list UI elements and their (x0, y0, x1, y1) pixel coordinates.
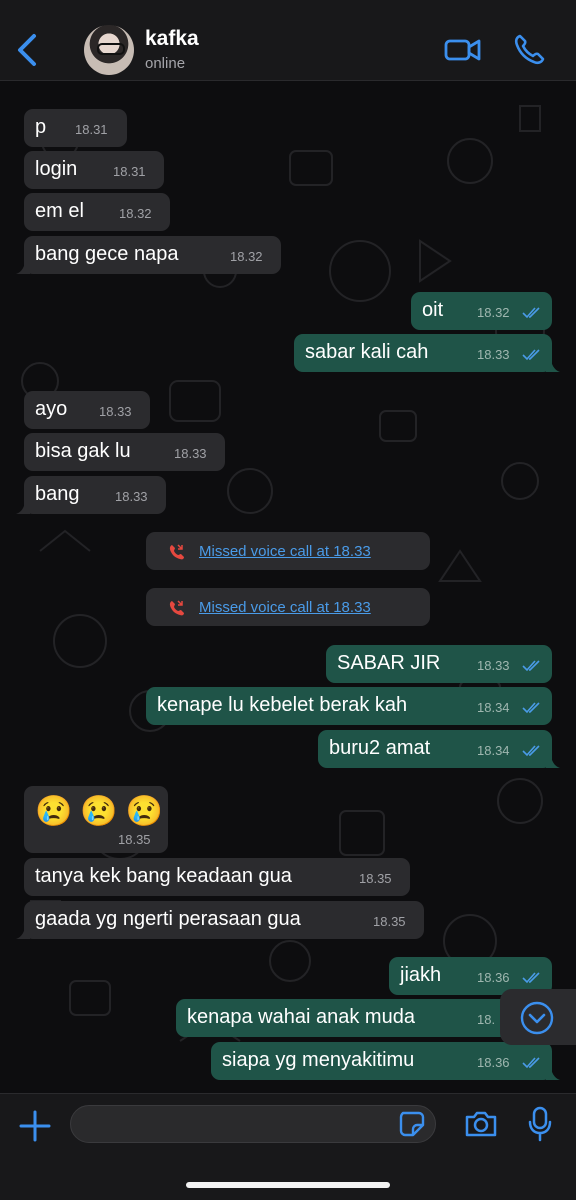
plus-icon[interactable] (18, 1109, 52, 1143)
message-incoming[interactable]: gaada yg ngerti perasaan gua 18.35 (16, 901, 424, 939)
message-time: 18.34 (477, 743, 510, 758)
message-text: oit (422, 299, 444, 321)
message-incoming[interactable]: em el 18.32 (24, 193, 170, 231)
message-time: 18.36 (477, 970, 510, 985)
chevron-down-icon (520, 1001, 554, 1035)
message-text: p (35, 116, 47, 138)
chat-wallpaper (21, 105, 545, 1042)
message-text: bisa gak lu (35, 440, 131, 462)
message-incoming[interactable]: p 18.31 (24, 109, 127, 147)
home-indicator (186, 1182, 390, 1188)
message-outgoing[interactable]: SABAR JIR 18.33 (326, 645, 552, 683)
scroll-to-bottom-button[interactable] (500, 989, 576, 1045)
message-incoming[interactable]: bang gece napa 18.32 (16, 236, 281, 274)
double-check-icon (522, 972, 540, 984)
video-call-icon[interactable] (444, 36, 482, 64)
message-time: 18.32 (230, 249, 263, 264)
message-text: bang gece napa (35, 243, 179, 265)
message-time: 18.31 (113, 164, 146, 179)
double-check-icon (522, 307, 540, 319)
message-text: siapa yg menyakitimu (222, 1049, 415, 1071)
message-emoji: 😢😢😢 (35, 795, 172, 828)
bubble-tail (546, 754, 560, 768)
message-outgoing[interactable]: sabar kali cah 18.33 (294, 334, 560, 372)
message-text: kenape lu kebelet berak kah (157, 694, 408, 716)
message-text: SABAR JIR (337, 652, 441, 674)
camera-icon[interactable] (464, 1110, 498, 1138)
message-outgoing[interactable]: siapa yg menyakitimu 18.36 (211, 1042, 560, 1080)
message-incoming[interactable]: tanya kek bang keadaan gua 18.35 (24, 858, 410, 896)
message-time: 18.33 (477, 658, 510, 673)
message-text: jiakh (400, 964, 442, 986)
message-text: em el (35, 200, 84, 222)
bubble-tail (546, 358, 560, 372)
message-time: 18.36 (477, 1055, 510, 1070)
message-incoming[interactable]: login 18.31 (24, 151, 164, 189)
missed-call-icon (169, 600, 184, 616)
microphone-icon[interactable] (528, 1106, 552, 1142)
bubble-tail (546, 1066, 560, 1080)
message-incoming[interactable]: bang 18.33 (16, 476, 166, 514)
chat-header: kafka online (0, 0, 576, 81)
message-time: 18.33 (115, 489, 148, 504)
contact-status: online (145, 55, 186, 72)
message-outgoing[interactable]: kenapa wahai anak muda 18. (176, 999, 552, 1037)
phone-icon[interactable] (512, 33, 546, 67)
message-input[interactable] (70, 1105, 436, 1143)
message-text: kenapa wahai anak muda (187, 1006, 415, 1028)
message-incoming[interactable]: ayo 18.33 (24, 391, 150, 429)
message-text: bang (35, 483, 80, 505)
double-check-icon (522, 702, 540, 714)
missed-call-icon (169, 544, 184, 560)
message-time: 18.32 (477, 305, 510, 320)
message-time: 18.33 (99, 404, 132, 419)
chat-area[interactable]: p 18.31 login 18.31 em el 18.32 bang gec… (0, 81, 576, 1093)
message-text: buru2 amat (329, 737, 431, 759)
double-check-icon (522, 745, 540, 757)
bubble-tail (16, 500, 30, 514)
message-outgoing[interactable]: oit 18.32 (411, 292, 552, 330)
message-text: ayo (35, 398, 68, 420)
composer-bar (0, 1093, 576, 1200)
missed-call-notice[interactable]: Missed voice call at 18.33 (146, 532, 430, 570)
message-text: tanya kek bang keadaan gua (35, 865, 292, 887)
double-check-icon (522, 349, 540, 361)
double-check-icon (522, 1057, 540, 1069)
message-time: 18.34 (477, 700, 510, 715)
message-time: 18.33 (477, 347, 510, 362)
message-time: 18.35 (118, 832, 151, 847)
missed-call-link[interactable]: Missed voice call at 18.33 (199, 543, 371, 560)
back-chevron-icon[interactable] (14, 30, 42, 70)
missed-call-notice[interactable]: Missed voice call at 18.33 (146, 588, 430, 626)
message-time: 18.33 (174, 446, 207, 461)
bubble-tail (16, 260, 30, 274)
message-outgoing[interactable]: buru2 amat 18.34 (318, 730, 560, 768)
contact-name[interactable]: kafka (145, 27, 199, 51)
message-text: login (35, 158, 78, 180)
bubble-tail (16, 925, 30, 939)
avatar[interactable] (84, 25, 134, 75)
message-text: sabar kali cah (305, 341, 429, 363)
message-outgoing[interactable]: kenape lu kebelet berak kah 18.34 (146, 687, 552, 725)
message-time: 18.35 (359, 871, 392, 886)
message-time: 18.32 (119, 206, 152, 221)
message-time: 18.35 (373, 914, 406, 929)
double-check-icon (522, 660, 540, 672)
message-incoming[interactable]: bisa gak lu 18.33 (24, 433, 225, 471)
message-text: gaada yg ngerti perasaan gua (35, 908, 301, 930)
missed-call-link[interactable]: Missed voice call at 18.33 (199, 599, 371, 616)
sticker-icon[interactable] (399, 1111, 425, 1137)
message-incoming[interactable]: 😢😢😢 18.35 (24, 786, 168, 853)
message-time: 18.31 (75, 122, 108, 137)
message-time: 18. (477, 1012, 496, 1027)
